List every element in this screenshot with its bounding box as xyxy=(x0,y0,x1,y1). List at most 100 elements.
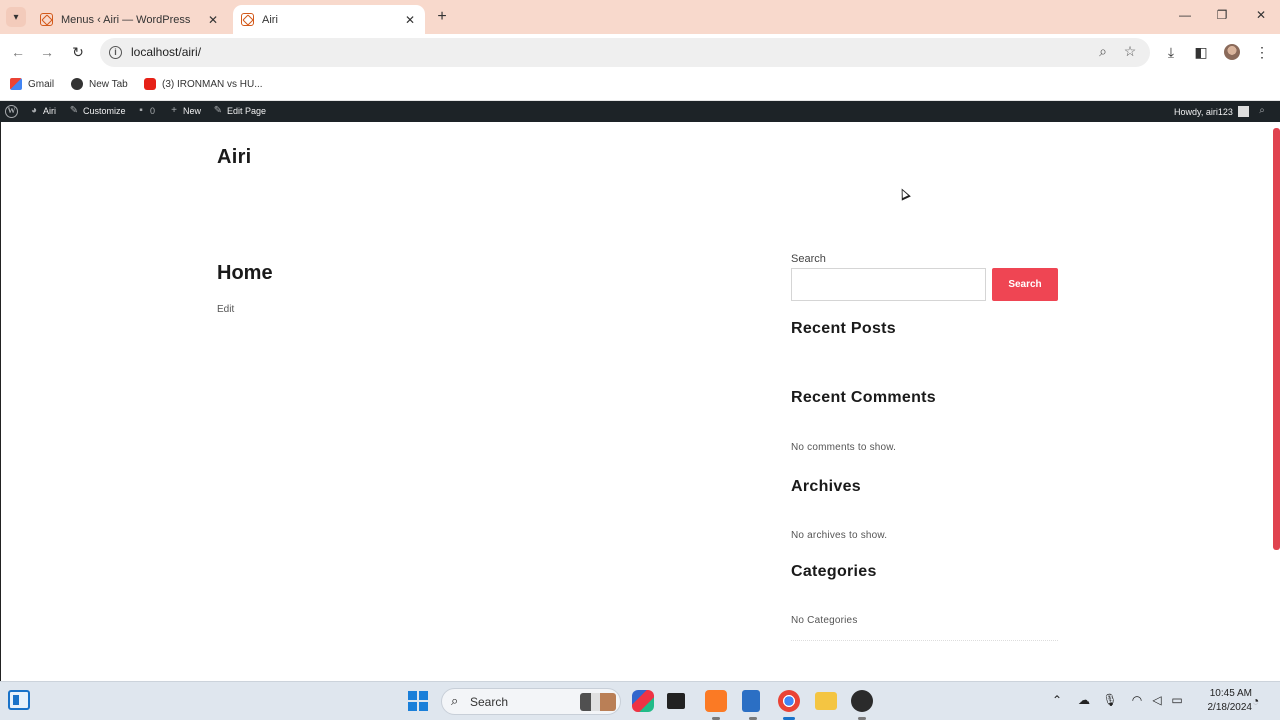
browser-tab-strip: ▾ Menus ‹ Airi — WordPress ✕ Airi ✕ + — … xyxy=(0,0,1280,34)
downloads-icon[interactable]: ⤓ xyxy=(1162,44,1180,61)
reload-button[interactable]: ↻ xyxy=(69,43,87,61)
terminal-icon[interactable] xyxy=(667,693,685,709)
admin-bar-comments[interactable]: ▪ 0 xyxy=(136,105,155,117)
clock-time: 10:45 AM xyxy=(1209,688,1252,699)
windows-logo-icon xyxy=(419,691,428,700)
bookmark-label: (3) IRONMAN vs HU... xyxy=(162,78,263,90)
bookmark-youtube[interactable]: (3) IRONMAN vs HU... xyxy=(144,78,263,90)
windows-logo-icon xyxy=(408,702,417,711)
forward-button[interactable]: → xyxy=(38,43,56,61)
xampp-icon[interactable] xyxy=(705,690,727,720)
file-explorer-icon[interactable] xyxy=(815,692,837,710)
notepad-icon[interactable] xyxy=(742,690,760,720)
bookmark-gmail[interactable]: Gmail xyxy=(10,78,54,90)
url-text[interactable]: localhost/airi/ xyxy=(131,45,201,59)
onedrive-icon[interactable]: ☁ xyxy=(1076,693,1092,707)
pencil-icon: ✎ xyxy=(213,105,223,116)
page-scrollbar[interactable] xyxy=(1273,128,1280,550)
volume-icon[interactable]: ◁ xyxy=(1149,693,1165,707)
recent-comments-empty: No comments to show. xyxy=(791,442,897,453)
notification-bell-icon[interactable]: ◔ xyxy=(1252,694,1259,708)
dashboard-icon: ◕ xyxy=(30,105,38,116)
comment-bubble-icon: ▪ xyxy=(139,105,143,116)
youtube-icon xyxy=(144,78,156,90)
recent-posts-heading: Recent Posts xyxy=(791,320,896,337)
chevron-down-icon: ▾ xyxy=(13,11,19,23)
post-title: Home xyxy=(217,262,273,284)
user-avatar xyxy=(1237,106,1249,117)
pencil-icon: ✎ xyxy=(69,105,79,116)
admin-bar-search-icon[interactable]: ⌕ xyxy=(1257,106,1271,116)
chrome-icon[interactable] xyxy=(778,690,800,720)
windows-logo-icon xyxy=(408,691,417,700)
wordpress-logo-icon[interactable]: W xyxy=(5,105,18,118)
close-tab-icon[interactable]: ✕ xyxy=(401,13,419,27)
minimize-window-button[interactable]: — xyxy=(1175,8,1195,22)
tab-airi[interactable]: Airi ✕ xyxy=(233,5,425,34)
edit-post-link[interactable]: Edit xyxy=(217,304,234,315)
taskbar-search-label: Search xyxy=(470,695,509,709)
admin-bar-customize[interactable]: ✎ Customize xyxy=(69,105,126,117)
xampp-favicon-icon xyxy=(40,13,53,26)
search-button[interactable]: Search xyxy=(992,268,1058,301)
bookmark-star-icon[interactable]: ☆ xyxy=(1121,43,1139,60)
site-info-icon[interactable]: i xyxy=(109,46,122,59)
tab-menus-wordpress[interactable]: Menus ‹ Airi — WordPress ✕ xyxy=(32,5,228,34)
widgets-icon[interactable] xyxy=(8,690,30,710)
back-button[interactable]: ← xyxy=(9,43,27,61)
wifi-icon[interactable]: ◠ xyxy=(1129,693,1145,707)
system-clock[interactable]: 10:45 AM 2/18/2024 xyxy=(1192,687,1253,715)
admin-bar-site-name[interactable]: ◕ Airi xyxy=(29,105,56,117)
archives-empty: No archives to show. xyxy=(791,530,888,541)
restore-window-button[interactable]: ❐ xyxy=(1212,8,1232,22)
new-tab-button[interactable]: + xyxy=(433,8,451,26)
address-bar[interactable]: i localhost/airi/ ⌕ ☆ xyxy=(100,38,1150,67)
battery-icon[interactable]: ▭ xyxy=(1169,693,1185,707)
show-hidden-icons-chevron-icon[interactable]: ⌃ xyxy=(1049,693,1065,707)
search-icon: ⌕ xyxy=(1259,105,1265,116)
widget-divider xyxy=(791,640,1058,641)
close-window-button[interactable]: ✕ xyxy=(1251,8,1271,22)
edit-page-label: Edit Page xyxy=(227,106,267,116)
start-button[interactable] xyxy=(408,691,428,711)
search-highlight-image xyxy=(580,693,616,711)
recent-comments-heading: Recent Comments xyxy=(791,389,936,406)
reload-icon: ↻ xyxy=(72,44,84,60)
copilot-icon[interactable] xyxy=(632,690,654,712)
browser-toolbar: ← → ↻ i localhost/airi/ ⌕ ☆ ⤓ ◧ ⋮ xyxy=(0,34,1280,71)
mouse-cursor-icon xyxy=(897,186,911,201)
admin-bar-new[interactable]: + New xyxy=(169,105,201,117)
gmail-icon xyxy=(10,78,22,90)
admin-bar-edit-page[interactable]: ✎ Edit Page xyxy=(213,105,267,117)
site-title[interactable]: Airi xyxy=(217,146,252,169)
zoom-icon[interactable]: ⌕ xyxy=(1094,43,1112,60)
customize-label: Customize xyxy=(83,106,126,116)
search-input[interactable] xyxy=(791,268,986,301)
obs-icon[interactable] xyxy=(851,690,873,720)
windows-logo-icon xyxy=(419,702,428,711)
page-content: Airi Home Edit Search Search Recent Post… xyxy=(0,122,1280,681)
site-name-label: Airi xyxy=(43,106,56,116)
windows-taskbar: ⌕ Search ⌃ ☁ 🎙 ◠ ◁ ▭ 10:45 AM 2/18/2024 … xyxy=(0,681,1280,720)
categories-empty: No Categories xyxy=(791,615,858,626)
profile-avatar[interactable] xyxy=(1224,44,1240,60)
bookmark-label: New Tab xyxy=(89,78,128,90)
plus-icon: + xyxy=(437,8,447,25)
bookmark-new-tab[interactable]: New Tab xyxy=(71,78,128,90)
arrow-right-icon: → xyxy=(40,44,54,60)
microphone-icon[interactable]: 🎙 xyxy=(1102,693,1118,707)
xampp-favicon-icon xyxy=(241,13,254,26)
tab-search-dropdown-button[interactable]: ▾ xyxy=(6,7,26,27)
plus-icon: + xyxy=(171,105,177,116)
categories-heading: Categories xyxy=(791,563,877,580)
close-tab-icon[interactable]: ✕ xyxy=(204,13,222,27)
side-panel-icon[interactable]: ◧ xyxy=(1192,44,1210,61)
wp-admin-bar: W ◕ Airi ✎ Customize ▪ 0 + New ✎ Edit Pa… xyxy=(0,101,1280,122)
arrow-left-icon: ← xyxy=(11,44,25,60)
bookmarks-bar: Gmail New Tab (3) IRONMAN vs HU... xyxy=(0,71,1280,101)
more-menu-icon[interactable]: ⋮ xyxy=(1253,44,1271,61)
taskbar-search[interactable]: ⌕ Search xyxy=(441,688,621,715)
admin-bar-account[interactable]: Howdy, airi123 xyxy=(1174,106,1249,117)
clock-date: 2/18/2024 xyxy=(1207,702,1253,713)
tab-title: Menus ‹ Airi — WordPress xyxy=(61,13,191,26)
